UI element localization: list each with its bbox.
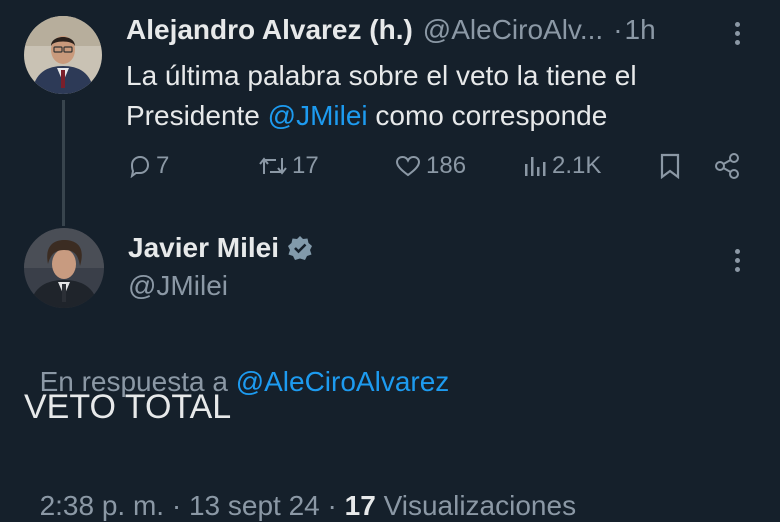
author-handle[interactable]: @JMilei (128, 270, 313, 302)
author-name[interactable]: Javier Milei (128, 232, 279, 264)
reply-count: 7 (156, 152, 170, 179)
main-tweet-text: VETO TOTAL (24, 388, 232, 426)
retweet-button[interactable]: 17 (258, 152, 319, 180)
like-button[interactable]: 186 (394, 152, 466, 180)
views-icon (522, 154, 548, 178)
share-icon[interactable] (712, 151, 742, 181)
views-label: Visualizaciones (375, 490, 577, 521)
reply-button[interactable]: 7 (128, 152, 169, 180)
tweet-text-line-1: La última palabra sobre el veto la tiene… (126, 60, 637, 91)
verified-badge-icon (287, 235, 313, 261)
views-count: 17 (344, 490, 376, 521)
author-name[interactable]: Alejandro Alvarez (h.) (126, 14, 413, 48)
views-button[interactable]: 2.1K (522, 152, 601, 180)
heart-icon (394, 154, 422, 178)
timestamp[interactable]: 1h (625, 14, 656, 48)
tweet-text-part: Presidente (126, 100, 268, 131)
views-count: 2.1K (552, 152, 602, 179)
bookmark-icon[interactable] (658, 153, 682, 179)
main-tweet-author: Javier Milei @JMilei (128, 232, 313, 302)
mention-link[interactable]: @JMilei (268, 100, 368, 131)
more-options-icon[interactable] (735, 249, 740, 272)
like-count: 186 (426, 152, 467, 179)
tweet-meta: 2:38 p. m. · 13 sept 24 · 17 Visualizaci… (24, 458, 577, 522)
tweet-time[interactable]: 2:38 p. m. (40, 490, 165, 521)
reply-icon (128, 154, 152, 178)
avatar-alejandro[interactable] (24, 16, 102, 94)
separator-dot: · (613, 14, 623, 45)
tweet-text-line-2: Presidente @JMilei como corresponde (126, 96, 766, 136)
separator-dot: · (327, 490, 337, 521)
reply-to-mention-link[interactable]: @AleCiroAlvarez (236, 366, 450, 397)
separator-dot: · (171, 490, 182, 521)
more-options-icon[interactable] (735, 22, 740, 45)
author-handle[interactable]: @AleCiroAlv... (423, 14, 603, 48)
retweet-count: 17 (292, 152, 319, 179)
avatar-javier-milei[interactable] (24, 228, 104, 308)
retweet-icon (258, 154, 288, 178)
reply-tweet-text: La última palabra sobre el veto la tiene… (126, 56, 766, 136)
tweet-text-part: como corresponde (367, 100, 608, 131)
thread-connector-line (62, 100, 65, 226)
reply-tweet-header: Alejandro Alvarez (h.) @AleCiroAlv... · … (126, 14, 726, 48)
tweet-date[interactable]: 13 sept 24 (189, 490, 320, 521)
